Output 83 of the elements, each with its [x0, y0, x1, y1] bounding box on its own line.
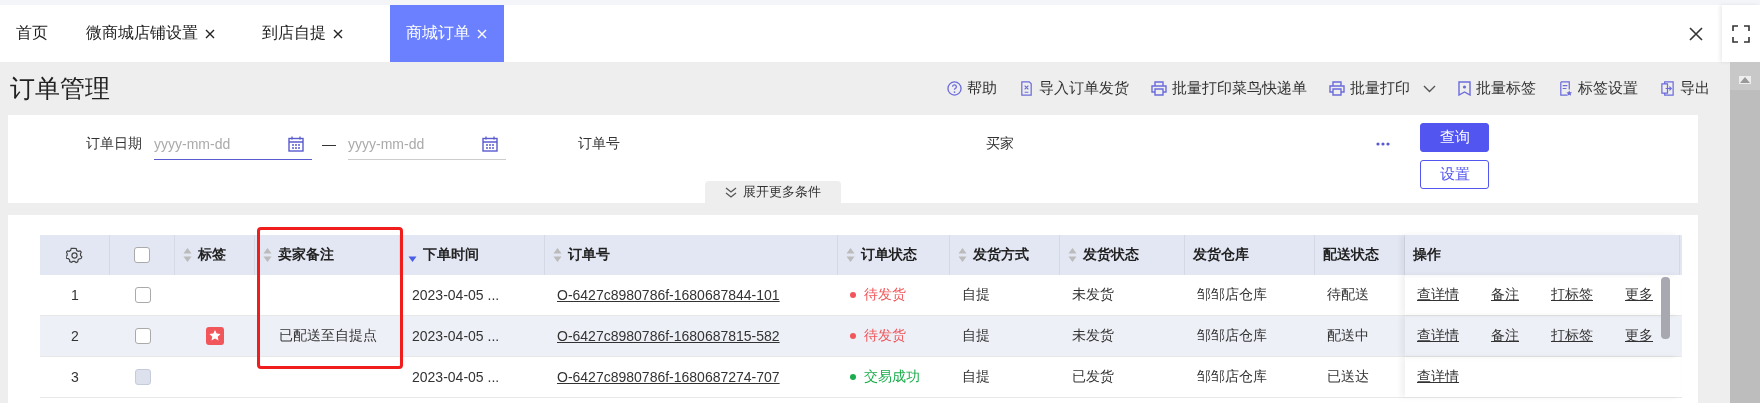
toolbar-button[interactable]: 批量打印	[1329, 79, 1436, 98]
list-icon	[1558, 81, 1573, 96]
order-number-link[interactable]: O-6427c8980786f-1680687844-101	[557, 287, 780, 303]
more-icon[interactable]	[1376, 142, 1390, 146]
column-header: 发货状态	[1083, 246, 1139, 264]
column-header: 发货方式	[973, 246, 1029, 264]
action-link[interactable]: 备注	[1491, 327, 1519, 345]
checkbox[interactable]	[134, 247, 150, 263]
table-cell: 邹邹店仓库	[1197, 327, 1267, 345]
toolbar-button[interactable]: 帮助	[947, 79, 997, 98]
table-cell: 已送达	[1327, 368, 1369, 386]
calendar-icon[interactable]	[288, 136, 304, 152]
close-icon[interactable]	[204, 27, 216, 40]
checkbox[interactable]	[134, 287, 151, 303]
export-icon	[1660, 81, 1675, 96]
row-number: 3	[71, 369, 79, 385]
settings-button[interactable]: 设置	[1420, 160, 1489, 189]
action-link[interactable]: 查详情	[1417, 327, 1459, 345]
table-cell: 未发货	[1072, 286, 1114, 304]
table-cell: 未发货	[1072, 327, 1114, 345]
action-link[interactable]: 更多	[1625, 327, 1653, 345]
expand-filters-button[interactable]: 展开更多条件	[705, 181, 841, 203]
table-cell: 待配送	[1327, 286, 1369, 304]
toolbar-button[interactable]: 标签设置	[1558, 79, 1638, 98]
table-cell: 自提	[962, 286, 990, 304]
table-cell: 已发货	[1072, 368, 1114, 386]
double-chevron-down-icon	[725, 186, 737, 198]
tab[interactable]: 到店自提	[246, 5, 360, 62]
column-header: 配送状态	[1323, 246, 1379, 264]
checkbox[interactable]	[134, 328, 151, 344]
table-cell: 2023-04-05 ...	[412, 287, 500, 303]
toolbar-button[interactable]: 导入订单发货	[1019, 79, 1129, 98]
status-label: 待发货	[850, 286, 906, 304]
field-label: 订单号	[578, 135, 621, 153]
tab[interactable]: 首页	[0, 5, 56, 62]
table-cell: 自提	[962, 327, 990, 345]
table-cell: 邹邹店仓库	[1197, 286, 1267, 304]
column-header: 操作	[1413, 246, 1441, 264]
query-button[interactable]: 查询	[1420, 123, 1489, 152]
settings-icon[interactable]	[66, 246, 83, 264]
tab[interactable]: 微商城店铺设置	[70, 5, 232, 62]
column-header: 订单号	[568, 246, 610, 264]
row-number: 2	[71, 328, 79, 344]
scrollbar-thumb[interactable]	[1730, 90, 1760, 403]
close-icon[interactable]	[1688, 25, 1704, 42]
status-label: 待发货	[850, 327, 906, 345]
scrollbar-thumb[interactable]	[1661, 277, 1670, 339]
action-link[interactable]: 备注	[1491, 286, 1519, 304]
column-header: 发货仓库	[1193, 246, 1249, 264]
action-link[interactable]: 打标签	[1551, 327, 1593, 345]
toolbar-button[interactable]: 批量打印菜鸟快递单	[1151, 79, 1307, 98]
column-header: 标签	[198, 246, 226, 264]
fullscreen-icon[interactable]	[1732, 24, 1750, 43]
date-separator: —	[322, 136, 336, 152]
tag-icon	[1458, 81, 1471, 96]
field-label: 买家	[986, 135, 1014, 153]
page-title: 订单管理	[10, 73, 110, 104]
column-header: 卖家备注	[278, 246, 334, 264]
calendar-icon[interactable]	[482, 136, 498, 152]
column-header: 下单时间	[423, 246, 479, 264]
printer-icon	[1329, 81, 1345, 96]
table-cell: 配送中	[1327, 327, 1369, 345]
toolbar-button[interactable]: 批量标签	[1458, 79, 1536, 98]
table-cell: 自提	[962, 368, 990, 386]
order-number-link[interactable]: O-6427c8980786f-1680687815-582	[557, 328, 780, 344]
action-link[interactable]: 打标签	[1551, 286, 1593, 304]
toolbar-button[interactable]: 导出	[1660, 79, 1710, 98]
printer-icon	[1151, 81, 1167, 96]
table-cell: 2023-04-05 ...	[412, 369, 500, 385]
row-number: 1	[71, 287, 79, 303]
column-header: 订单状态	[861, 246, 917, 264]
status-label: 交易成功	[850, 368, 920, 386]
field-label: 订单日期	[86, 135, 142, 153]
action-link[interactable]: 更多	[1625, 286, 1653, 304]
action-link[interactable]: 查详情	[1417, 286, 1459, 304]
table-cell: 2023-04-05 ...	[412, 328, 500, 344]
table-cell: 邹邹店仓库	[1197, 368, 1267, 386]
table-cell: 已配送至自提点	[278, 327, 377, 345]
help-icon	[947, 81, 962, 96]
document-icon	[1019, 81, 1034, 96]
close-icon[interactable]	[332, 27, 344, 40]
scroll-up-icon[interactable]	[1739, 76, 1751, 84]
date-field[interactable]: yyyy-mm-dd	[154, 128, 312, 160]
